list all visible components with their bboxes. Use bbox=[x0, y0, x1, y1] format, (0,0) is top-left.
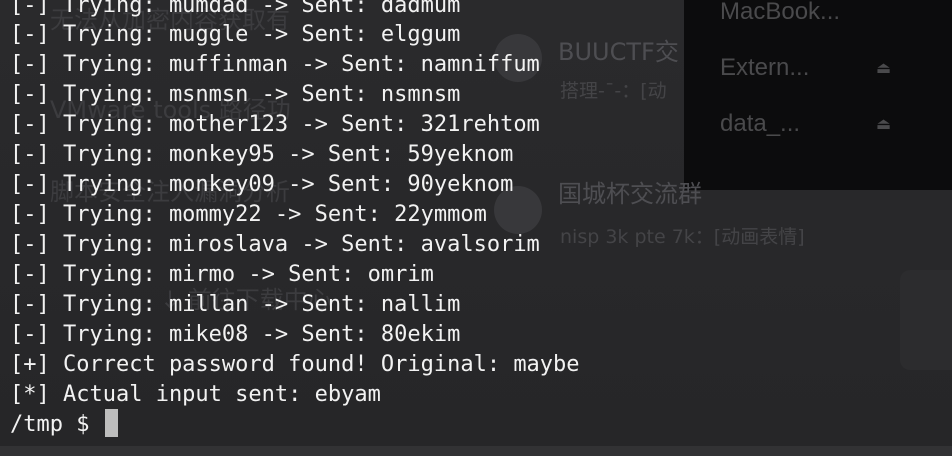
terminal-line: [-] Trying: muggle -> Sent: elggum bbox=[10, 22, 461, 47]
terminal-line: [-] Trying: mirmo -> Sent: omrim bbox=[10, 262, 434, 287]
terminal-line: [-] Trying: mike08 -> Sent: 80ekim bbox=[10, 322, 461, 347]
terminal-line: [-] Trying: msnmsn -> Sent: nsmnsm bbox=[10, 82, 461, 107]
terminal-line-info: [*] Actual input sent: ebyam bbox=[10, 382, 381, 407]
text-cursor bbox=[104, 409, 118, 437]
terminal-line: [-] Trying: millan -> Sent: nallim bbox=[10, 292, 461, 317]
terminal-line: [-] Trying: mother123 -> Sent: 321rehtom bbox=[10, 112, 540, 137]
terminal-line: [-] Trying: monkey95 -> Sent: 59yeknom bbox=[10, 142, 514, 167]
shell-prompt[interactable]: /tmp $ bbox=[10, 409, 118, 439]
terminal-line: [-] Trying: mommy22 -> Sent: 22ymmom bbox=[10, 202, 487, 227]
terminal-line: [-] Trying: muffinman -> Sent: namniffum bbox=[10, 52, 540, 77]
prompt-text: /tmp $ bbox=[10, 412, 103, 437]
terminal-window[interactable]: [-] Trying: mumdad -> Sent: dadmum [-] T… bbox=[0, 0, 952, 456]
terminal-line: [-] Trying: miroslava -> Sent: avalsorim bbox=[10, 232, 540, 257]
terminal-line: [-] Trying: monkey09 -> Sent: 90yeknom bbox=[10, 172, 514, 197]
terminal-line-success: [+] Correct password found! Original: ma… bbox=[10, 352, 580, 377]
terminal-line: [-] Trying: mumdad -> Sent: dadmum bbox=[10, 0, 461, 18]
